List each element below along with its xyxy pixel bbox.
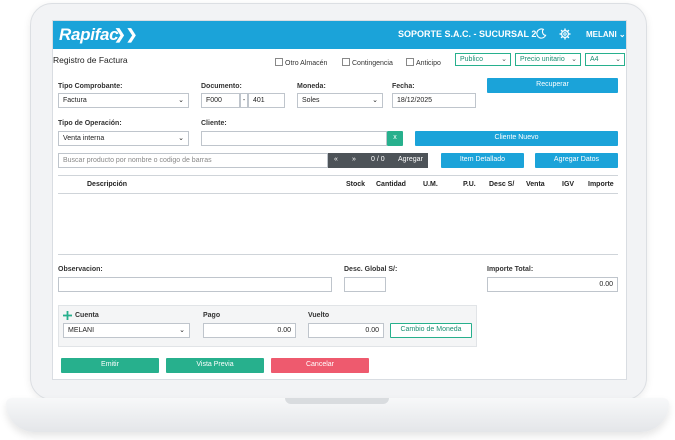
cuenta-label: Cuenta <box>75 312 99 319</box>
anticipo-label: Anticipo <box>416 60 441 67</box>
chevron-down-icon: ⌄ <box>501 56 507 63</box>
prev-page-button[interactable]: « <box>334 156 338 163</box>
anticipo-checkbox[interactable]: Anticipo <box>406 58 441 67</box>
gear-icon[interactable] <box>559 28 571 40</box>
column-header-stock: Stock <box>346 181 366 188</box>
product-counter: 0 / 0 <box>371 156 385 163</box>
pago-label: Pago <box>203 312 221 319</box>
checkbox-box <box>342 58 350 66</box>
cliente-nuevo-button[interactable]: Cliente Nuevo <box>415 131 618 146</box>
price-list-value: Publico <box>460 56 483 63</box>
next-page-button[interactable]: » <box>352 156 356 163</box>
format-value: A4 <box>590 56 599 63</box>
tipo-comprobante-label: Tipo Comprobante: <box>58 83 123 90</box>
moon-icon[interactable] <box>536 28 547 39</box>
tipo-operacion-label: Tipo de Operación: <box>58 120 122 127</box>
column-header-desc: Desc S/ <box>489 181 515 188</box>
contingencia-checkbox[interactable]: Contingencia <box>342 58 393 67</box>
clear-cliente-button[interactable]: x <box>387 131 403 146</box>
column-header-cantidad: Cantidad <box>376 181 406 188</box>
tipo-comprobante-select[interactable]: Factura ⌄ <box>58 93 189 108</box>
contingencia-label: Contingencia <box>352 60 393 67</box>
observacion-label: Observacion: <box>58 266 103 273</box>
checkbox-box <box>406 58 414 66</box>
app-screen: Rapifac ❯❯ SOPORTE S.A.C. - SUCURSAL 2 M… <box>52 20 627 380</box>
logo-chevrons-icon: ❯❯ <box>114 26 138 42</box>
tipo-comprobante-value: Factura <box>63 97 87 104</box>
product-pager: « » 0 / 0 Agregar <box>328 153 428 168</box>
cliente-input[interactable] <box>201 131 387 146</box>
cambio-moneda-button[interactable]: Cambio de Moneda <box>390 323 472 338</box>
top-bar: Rapifac ❯❯ SOPORTE S.A.C. - SUCURSAL 2 M… <box>53 21 626 49</box>
vuelto-input[interactable]: 0.00 <box>308 323 384 338</box>
product-search-input[interactable]: Buscar producto por nombre o codigo de b… <box>58 153 328 168</box>
chevron-down-icon: ⌄ <box>179 327 185 334</box>
chevron-down-icon: ⌄ <box>178 97 184 104</box>
recuperar-button[interactable]: Recuperar <box>487 78 618 93</box>
moneda-select[interactable]: Soles ⌄ <box>297 93 383 108</box>
column-header-venta: Venta <box>526 181 545 188</box>
price-list-select[interactable]: Publico ⌄ <box>455 53 511 66</box>
table-bottom-border <box>58 254 618 255</box>
observacion-input[interactable] <box>58 277 332 292</box>
chevron-down-icon: ⌄ <box>618 30 626 39</box>
page-title: Registro de Factura <box>53 55 128 65</box>
tipo-operacion-select[interactable]: Venta interna ⌄ <box>58 131 189 146</box>
desc-global-input[interactable] <box>344 277 386 292</box>
moneda-label: Moneda: <box>297 83 326 90</box>
fecha-label: Fecha: <box>392 83 415 90</box>
column-header-importe: Importe <box>588 181 614 188</box>
serie-input[interactable]: F000 <box>201 93 240 108</box>
desc-global-label: Desc. Global S/: <box>344 266 398 273</box>
vista-previa-button[interactable]: Vista Previa <box>166 358 264 373</box>
app-logo[interactable]: Rapifac <box>59 25 119 45</box>
table-top-border <box>58 175 618 176</box>
documento-separator: - <box>240 93 248 108</box>
user-name: MELANI <box>586 30 617 39</box>
tipo-operacion-value: Venta interna <box>63 135 105 142</box>
laptop-notch <box>285 398 389 404</box>
documento-label: Documento: <box>201 83 242 90</box>
user-menu[interactable]: MELANI ⌄ <box>586 30 626 39</box>
item-detallado-button[interactable]: Item Detallado <box>441 153 524 168</box>
price-mode-select[interactable]: Precio unitario ⌄ <box>515 53 581 66</box>
vuelto-label: Vuelto <box>308 312 330 319</box>
table-header-border <box>58 193 618 194</box>
chevron-down-icon: ⌄ <box>178 135 184 142</box>
importe-total-label: Importe Total: <box>487 266 534 273</box>
importe-total-value: 0.00 <box>487 277 618 292</box>
chevron-down-icon: ⌄ <box>372 97 378 104</box>
plus-icon[interactable] <box>63 311 72 320</box>
checkbox-box <box>275 58 283 66</box>
fecha-input[interactable]: 18/12/2025 <box>392 93 476 108</box>
chevron-down-icon: ⌄ <box>571 56 577 63</box>
column-header-pu: P.U. <box>463 181 476 188</box>
cancelar-button[interactable]: Cancelar <box>271 358 369 373</box>
chevron-down-icon: ⌄ <box>615 56 621 63</box>
cuenta-value: MELANI <box>68 327 95 334</box>
format-select[interactable]: A4 ⌄ <box>585 53 625 66</box>
otro-almacen-checkbox[interactable]: Otro Almacén <box>275 58 327 67</box>
price-mode-value: Precio unitario <box>520 56 565 63</box>
moneda-value: Soles <box>302 97 320 104</box>
emitir-button[interactable]: Emitir <box>61 358 159 373</box>
column-header-descripcion: Descripción <box>87 181 128 188</box>
cliente-label: Cliente: <box>201 120 227 127</box>
column-header-igv: IGV <box>562 181 575 188</box>
company-name[interactable]: SOPORTE S.A.C. - SUCURSAL 2 <box>398 29 536 39</box>
numero-input[interactable]: 401 <box>248 93 285 108</box>
cuenta-select[interactable]: MELANI ⌄ <box>63 323 190 338</box>
agregar-button[interactable]: Agregar <box>398 156 423 163</box>
pago-input[interactable]: 0.00 <box>203 323 296 338</box>
agregar-datos-button[interactable]: Agregar Datos <box>535 153 618 168</box>
otro-almacen-label: Otro Almacén <box>285 60 328 67</box>
column-header-um: U.M. <box>423 181 438 188</box>
